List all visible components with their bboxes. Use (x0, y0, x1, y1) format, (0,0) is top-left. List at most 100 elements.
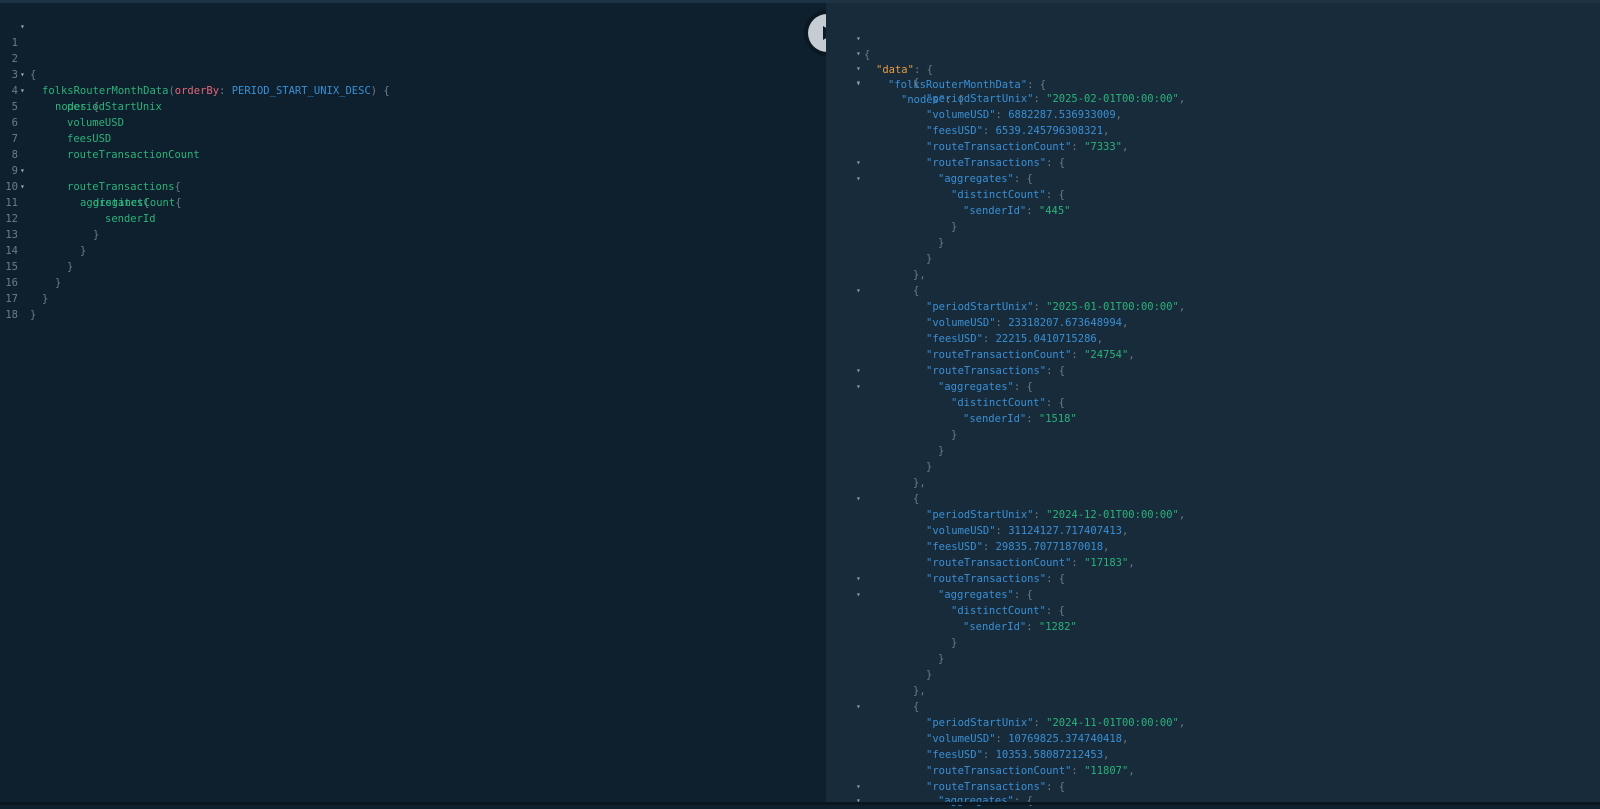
json-string: "445" (1038, 205, 1071, 217)
result-line: ▾{ (856, 283, 920, 299)
editor-line: 4 periodStartUnix (0, 67, 162, 113)
fold-arrow-icon[interactable]: ▾ (856, 155, 861, 171)
result-line: ▾ { (826, 15, 1600, 61)
fold-arrow-icon[interactable]: ▾ (856, 699, 861, 715)
json-key: "periodStartUnix" (926, 509, 1034, 521)
json-key: "routeTransactions" (926, 157, 1047, 169)
result-line: "volumeUSD": 10769825.374740418, (926, 733, 1129, 745)
editor-line: 7 routeTransactionCount (0, 115, 200, 161)
json-key: "periodStartUnix" (926, 93, 1034, 105)
result-line: "senderId": "445" (963, 205, 1071, 217)
result-line: } (938, 237, 945, 249)
json-key: "aggregates" (938, 173, 1014, 185)
json-key: "feesUSD" (926, 541, 983, 553)
editor-line: 9 ▾ aggregates{ (0, 147, 150, 209)
query-editor[interactable]: 1 ▾ { 2 ▾ folksRouterMonthData(orderBy: … (0, 3, 826, 805)
json-key: "senderId" (963, 205, 1027, 217)
editor-line: 12 } (0, 195, 99, 241)
result-viewer[interactable]: ▾ { ▾ "data": { ▾ "folksRouterMonthData"… (826, 3, 1600, 807)
result-line: } (951, 429, 958, 441)
result-line: "feesUSD": 29835.70771870018, (926, 541, 1110, 553)
result-line: "distinctCount": { (951, 605, 1065, 617)
json-string: "11807" (1084, 765, 1129, 777)
editor-line: 2 ▾ folksRouterMonthData(orderBy: PERIOD… (0, 35, 390, 97)
result-line: }, (913, 685, 926, 697)
editor-line: 15 } (0, 243, 61, 289)
result-line: } (938, 653, 945, 665)
result-line: ▾ "aggregates": { (856, 379, 1033, 395)
editor-line: 10 distinctCount{ (0, 163, 181, 209)
json-key: "senderId" (963, 413, 1027, 425)
fold-arrow-icon[interactable]: ▾ (856, 793, 861, 809)
json-key: "routeTransactions" (926, 781, 1047, 793)
result-line: "feesUSD": 6539.245796308321, (926, 125, 1110, 137)
editor-line: 16 } (0, 259, 48, 305)
field: volumeUSD (67, 117, 124, 129)
result-line: "routeTransactionCount": "11807", (926, 765, 1135, 777)
json-string: "7333" (1084, 141, 1122, 153)
result-line: "senderId": "1518" (963, 413, 1077, 425)
json-string: "24754" (1084, 349, 1129, 361)
json-key: "feesUSD" (926, 749, 983, 761)
json-key: "aggregates" (938, 795, 1014, 807)
json-key: "volumeUSD" (926, 109, 996, 121)
result-line: "senderId": "1282" (963, 621, 1077, 633)
json-key: "volumeUSD" (926, 317, 996, 329)
field: routeTransactions (67, 181, 175, 193)
fold-arrow-icon[interactable]: ▾ (856, 363, 861, 379)
result-line: ▾ "routeTransactions": { (856, 363, 1066, 379)
arg-name: orderBy (174, 85, 220, 97)
editor-line: 8 ▾ routeTransactions{ (0, 131, 181, 193)
result-line: "periodStartUnix": "2025-01-01T00:00:00"… (926, 301, 1186, 313)
json-key: "aggregates" (938, 589, 1014, 601)
json-string: "2024-12-01T00:00:00" (1046, 509, 1179, 521)
result-line: "volumeUSD": 6882287.536933009, (926, 109, 1122, 121)
fold-arrow-icon[interactable]: ▾ (856, 283, 861, 299)
fold-arrow-icon[interactable]: ▾ (856, 587, 861, 603)
editor-line: 18 (0, 291, 25, 321)
json-key: "feesUSD" (926, 333, 983, 345)
result-line: "volumeUSD": 23318207.673648994, (926, 317, 1129, 329)
result-line: }, (913, 269, 926, 281)
editor-line: 6 feesUSD (0, 99, 112, 145)
json-number: 22215.0410715286 (995, 333, 1097, 345)
field: senderId (105, 213, 156, 225)
fold-arrow-icon[interactable]: ▾ (856, 491, 861, 507)
result-line: } (926, 461, 933, 473)
json-string: "2024-11-01T00:00:00" (1046, 717, 1179, 729)
result-line: } (926, 253, 933, 265)
line-number: 18 (5, 309, 18, 321)
fold-arrow-icon[interactable]: ▾ (20, 19, 25, 35)
json-key: "routeTransactionCount" (926, 349, 1072, 361)
editor-line: 11 senderId (0, 179, 155, 225)
fold-arrow-icon[interactable]: ▾ (856, 379, 861, 395)
json-number: 31124127.717407413 (1008, 525, 1122, 537)
result-line: } (938, 445, 945, 457)
field: routeTransactionCount (67, 149, 200, 161)
result-line: ▾{ (856, 699, 920, 715)
result-line: "periodStartUnix": "2024-11-01T00:00:00"… (926, 717, 1186, 729)
result-line: } (951, 637, 958, 649)
json-key: "routeTransactionCount" (926, 557, 1072, 569)
json-key: "volumeUSD" (926, 733, 996, 745)
fold-arrow-icon[interactable]: ▾ (856, 171, 861, 187)
json-key: "distinctCount" (951, 397, 1046, 409)
fold-arrow-icon[interactable]: ▾ (856, 75, 861, 91)
editor-line: 3 ▾ nodes { (0, 51, 100, 113)
editor-line: 5 volumeUSD (0, 83, 124, 129)
result-line: ▾{ (856, 75, 920, 91)
json-key: "routeTransactions" (926, 365, 1047, 377)
fold-arrow-icon[interactable]: ▾ (856, 571, 861, 587)
result-line: ▾ "routeTransactions": { (856, 571, 1066, 587)
json-number: 23318207.673648994 (1008, 317, 1122, 329)
arg-value: PERIOD_START_UNIX_DESC (231, 85, 371, 97)
json-number: 6539.245796308321 (995, 125, 1104, 137)
field: periodStartUnix (67, 101, 162, 113)
json-key: "senderId" (963, 621, 1027, 633)
json-key: "volumeUSD" (926, 525, 996, 537)
editor-line: 17 } (0, 275, 36, 321)
json-key: "periodStartUnix" (926, 717, 1034, 729)
json-string: "1282" (1038, 621, 1077, 633)
result-line: "periodStartUnix": "2024-12-01T00:00:00"… (926, 509, 1186, 521)
editor-line: 1 ▾ { (0, 19, 37, 81)
